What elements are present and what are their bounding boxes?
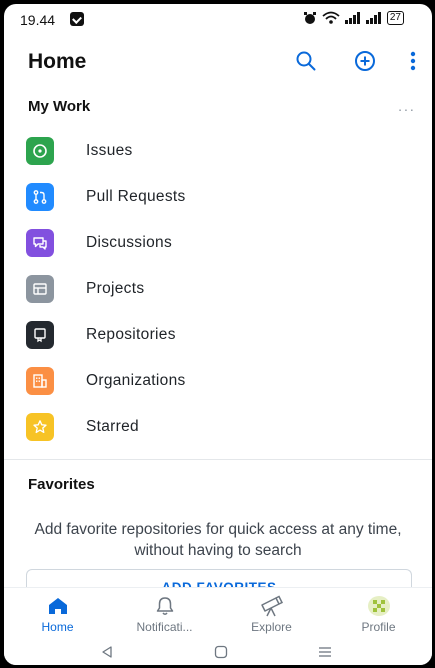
work-item-label: Organizations xyxy=(86,372,186,389)
work-item-organizations[interactable]: Organizations xyxy=(4,358,432,404)
tab-explore[interactable]: Explore xyxy=(218,588,325,640)
signal-icon xyxy=(344,12,360,24)
bottom-navigation: Home Notificati... Explore Profile xyxy=(4,587,432,639)
back-button[interactable] xyxy=(94,643,120,661)
table-icon xyxy=(26,275,54,303)
work-item-repositories[interactable]: Repositories xyxy=(4,312,432,358)
my-work-title: My Work xyxy=(28,98,91,115)
repo-icon xyxy=(26,321,54,349)
battery-level: 27 xyxy=(386,11,404,25)
organization-icon xyxy=(26,367,54,395)
favorites-description: Add favorite repositories for quick acce… xyxy=(34,521,402,559)
tab-profile[interactable]: Profile xyxy=(325,588,432,640)
recents-button[interactable] xyxy=(312,643,338,661)
tab-home[interactable]: Home xyxy=(4,588,111,640)
issue-opened-icon xyxy=(26,137,54,165)
message-notification-icon xyxy=(70,12,84,26)
status-time: 19.44 xyxy=(20,12,56,28)
status-bar: 19.44 27 xyxy=(4,4,432,34)
status-indicators: 27 xyxy=(303,11,404,25)
home-system-button[interactable] xyxy=(208,643,234,661)
search-icon xyxy=(296,51,316,71)
work-item-starred[interactable]: Starred xyxy=(4,404,432,450)
more-dots-icon: ... xyxy=(398,98,416,114)
create-button[interactable] xyxy=(350,46,380,76)
work-item-label: Pull Requests xyxy=(86,188,186,205)
kebab-horizontal-icon xyxy=(410,51,416,71)
alarm-icon xyxy=(303,12,316,24)
work-item-label: Projects xyxy=(86,280,145,297)
my-work-options-button[interactable]: ... xyxy=(392,96,422,116)
work-item-label: Repositories xyxy=(86,326,176,343)
git-pull-request-icon xyxy=(26,183,54,211)
work-item-issues[interactable]: Issues xyxy=(4,128,432,174)
back-triangle-icon xyxy=(102,646,112,658)
system-navigation-bar xyxy=(4,639,432,665)
plus-circle-icon xyxy=(355,51,375,71)
app-screen: 19.44 27 Home My Work ... Issues Pull Re… xyxy=(4,4,432,665)
work-item-label: Issues xyxy=(86,142,133,159)
bell-icon xyxy=(152,595,178,617)
work-item-pull-requests[interactable]: Pull Requests xyxy=(4,174,432,220)
wifi-icon xyxy=(322,11,340,24)
avatar-icon xyxy=(366,595,392,617)
comment-discussion-icon xyxy=(26,229,54,257)
search-button[interactable] xyxy=(291,46,321,76)
tab-label: Explore xyxy=(251,620,292,634)
tab-label: Home xyxy=(41,620,74,634)
home-icon xyxy=(45,595,71,617)
overflow-menu-button[interactable] xyxy=(398,46,428,76)
star-icon xyxy=(26,413,54,441)
page-title: Home xyxy=(28,50,87,73)
menu-lines-icon xyxy=(319,647,331,657)
tab-label: Profile xyxy=(361,620,396,634)
square-icon xyxy=(214,645,228,659)
work-item-label: Discussions xyxy=(86,234,172,251)
favorites-title: Favorites xyxy=(28,476,95,493)
work-item-projects[interactable]: Projects xyxy=(4,266,432,312)
work-item-label: Starred xyxy=(86,418,139,435)
app-header: Home xyxy=(4,42,432,82)
section-divider xyxy=(4,459,432,460)
work-item-discussions[interactable]: Discussions xyxy=(4,220,432,266)
telescope-icon xyxy=(259,595,285,617)
tab-notifications[interactable]: Notificati... xyxy=(111,588,218,640)
signal-icon-2 xyxy=(365,12,381,24)
tab-label: Notificati... xyxy=(136,620,193,634)
